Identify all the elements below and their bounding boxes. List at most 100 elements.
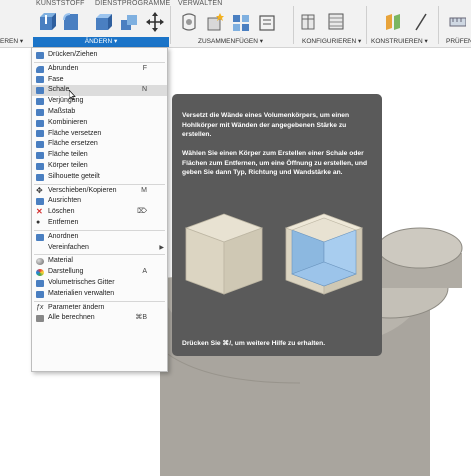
tab-dienstprogramme[interactable]: DIENSTPROGRAMME (95, 0, 170, 7)
menu-item-combine[interactable]: Kombinieren (32, 118, 167, 129)
fillet-icon[interactable] (62, 12, 80, 32)
group-andern-button[interactable]: ÄNDERN ▾ (33, 37, 169, 47)
tab-kunststoff[interactable]: KUNSTSTOFF (36, 0, 85, 7)
menu-item-arrange[interactable]: Anordnen (32, 232, 167, 243)
menu-item-label: Fläche ersetzen (48, 140, 98, 148)
delete-icon: ✕ (36, 207, 43, 217)
as-built-joint-icon[interactable] (232, 12, 250, 32)
menu-item-silhouette-split[interactable]: Silhouette geteilt (32, 172, 167, 183)
parameters-icon: ƒx (36, 303, 44, 311)
parameters-table-icon[interactable] (328, 12, 346, 32)
remove-icon: ● (36, 218, 41, 226)
group-prufen-button[interactable]: PRÜFEN (446, 37, 471, 47)
manage-materials-icon (36, 290, 44, 298)
menu-item-volumetric-lattice[interactable]: Volumetrisches Gitter (32, 278, 167, 289)
menu-item-split-face[interactable]: Fläche teilen (32, 150, 167, 161)
menu-item-fillet[interactable]: Abrunden F (32, 64, 167, 75)
joint-icon[interactable] (180, 12, 198, 32)
toolbar-separator (170, 6, 171, 44)
menu-item-label: Anordnen (48, 232, 79, 240)
submenu-arrow-icon: ▶ (159, 244, 164, 251)
menu-item-label: Parameter ändern (48, 303, 105, 311)
menu-item-label: Material (48, 257, 73, 265)
group-konfigurieren-button[interactable]: KONFIGURIEREN ▾ (302, 37, 361, 47)
menu-item-label: Körper teilen (48, 161, 88, 169)
menu-item-change-parameters[interactable]: ƒx Parameter ändern (32, 303, 167, 314)
menu-item-simplify[interactable]: Vereinfachen ▶ (32, 243, 167, 254)
menu-item-label: Maßstab (48, 107, 76, 115)
menu-item-split-body[interactable]: Körper teilen (32, 161, 167, 172)
toolbar-separator (438, 6, 439, 44)
rigid-group-icon[interactable] (258, 12, 276, 32)
replace-face-icon (36, 141, 44, 149)
menu-item-replace-face[interactable]: Fläche ersetzen (32, 139, 167, 150)
menu-item-material[interactable]: Material (32, 256, 167, 267)
menu-item-label: Drücken/Ziehen (48, 51, 98, 58)
menu-item-label: Löschen (48, 208, 75, 216)
group-konstruieren-button[interactable]: KONSTRUIEREN ▾ (371, 37, 428, 47)
shell-illustration (184, 213, 364, 295)
compute-all-icon (36, 315, 44, 323)
solid-cube-illustration (184, 213, 264, 295)
toolbar-separator (293, 6, 294, 44)
ribbon-toolbar: KUNSTSTOFF DIENSTPROGRAMME VERWALTEN ERE… (0, 0, 471, 48)
configure-table-icon[interactable] (300, 12, 318, 32)
move-icon[interactable] (146, 12, 164, 32)
group-zusammenfugen-button[interactable]: ZUSAMMENFÜGEN ▾ (198, 37, 263, 47)
menu-item-chamfer[interactable]: Fase (32, 75, 167, 86)
silhouette-split-icon (36, 173, 44, 181)
menu-item-shell[interactable]: Schale N (32, 85, 167, 101)
andern-dropdown-menu: Drücken/Ziehen Abrunden F Fase Schale N Ve… (31, 47, 168, 372)
axis-icon[interactable] (412, 12, 430, 32)
menu-item-label: Fläche versetzen (48, 129, 102, 137)
menu-item-shortcut: A (142, 268, 147, 276)
press-pull-icon (36, 51, 44, 59)
menu-item-offset-face[interactable]: Fläche versetzen (32, 129, 167, 140)
new-component-icon[interactable] (206, 12, 224, 32)
measure-icon[interactable] (448, 12, 466, 32)
menu-item-label: Entfernen (48, 218, 79, 226)
menu-item-remove[interactable]: ● Entfernen (32, 218, 167, 229)
group-left-partial[interactable]: EREN ▾ (0, 37, 23, 47)
volumetric-lattice-icon (36, 279, 44, 287)
menu-item-label: Fläche teilen (48, 151, 88, 159)
menu-item-label: Fase (48, 75, 64, 83)
scale-icon (36, 108, 44, 116)
menu-separator (34, 300, 165, 302)
menu-item-align[interactable]: Ausrichten (32, 196, 167, 207)
draft-icon (36, 97, 44, 105)
material-icon (36, 258, 44, 266)
menu-item-compute-all[interactable]: Alle berechnen ⌘B (32, 313, 167, 324)
chamfer-icon (36, 76, 44, 84)
combine-icon[interactable] (120, 12, 138, 32)
menu-item-label: Volumetrisches Gitter (48, 278, 115, 286)
menu-item-label: Silhouette geteilt (48, 172, 100, 180)
menu-item-label: Abrunden (48, 64, 79, 72)
menu-separator (34, 183, 165, 185)
tab-verwalten[interactable]: VERWALTEN (178, 0, 222, 7)
menu-item-label: Verschieben/Kopieren (48, 186, 117, 194)
move-icon: ✥ (36, 185, 43, 195)
menu-item-shortcut: N (141, 86, 147, 94)
offset-plane-icon[interactable] (384, 12, 402, 32)
tooltip-instructions: Wählen Sie einen Körper zum Erstellen ei… (182, 150, 368, 176)
menu-separator (34, 229, 165, 231)
shell-tooltip: Versetzt die Wände eines Volumenkörpers,… (172, 94, 382, 356)
align-icon (36, 198, 44, 206)
press-pull-icon[interactable] (38, 12, 56, 32)
menu-item-delete[interactable]: ✕ Löschen ⌦ (32, 207, 167, 218)
menu-item-shortcut: ⌘B (135, 314, 147, 322)
menu-item-press-pull[interactable]: Drücken/Ziehen (32, 50, 167, 61)
menu-item-draft[interactable]: Verjüngung (32, 96, 167, 107)
combine-icon (36, 119, 44, 127)
shell-icon[interactable] (94, 12, 112, 32)
menu-item-shortcut: F (142, 64, 147, 72)
shell-icon (36, 87, 44, 95)
menu-item-manage-materials[interactable]: Materialien verwalten (32, 289, 167, 300)
menu-item-appearance[interactable]: Darstellung A (32, 267, 167, 278)
tooltip-help-text: Drücken Sie ⌘/, um weitere Hilfe zu erha… (182, 340, 326, 347)
menu-item-move-copy[interactable]: ✥ Verschieben/Kopieren M (32, 186, 167, 197)
menu-item-label: Darstellung (48, 268, 84, 276)
menu-item-shortcut: ⌦ (137, 208, 147, 216)
menu-item-scale[interactable]: Maßstab (32, 107, 167, 118)
